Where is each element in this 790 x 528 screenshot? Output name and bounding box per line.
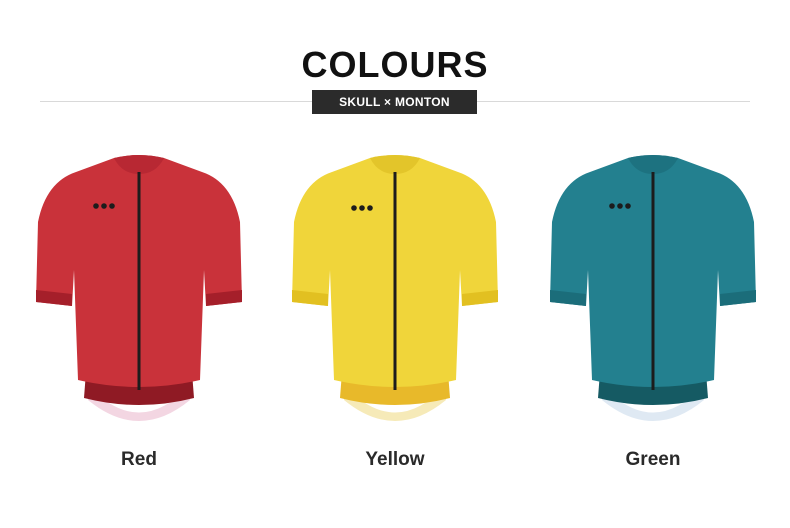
jersey-green-illustration	[550, 155, 756, 421]
brand-subtitle: SKULL × MONTON	[312, 90, 477, 114]
colour-label-green: Green	[625, 449, 681, 470]
jersey-yellow-illustration	[292, 155, 498, 421]
jersey-green-image	[548, 150, 758, 430]
jersey-red-image	[34, 150, 244, 430]
page-title: COLOURS	[301, 44, 489, 85]
jersey-yellow-image	[290, 150, 500, 430]
jersey-red-illustration	[36, 155, 242, 421]
colour-label-red: Red	[121, 449, 157, 470]
colour-label-yellow: Yellow	[365, 449, 425, 470]
